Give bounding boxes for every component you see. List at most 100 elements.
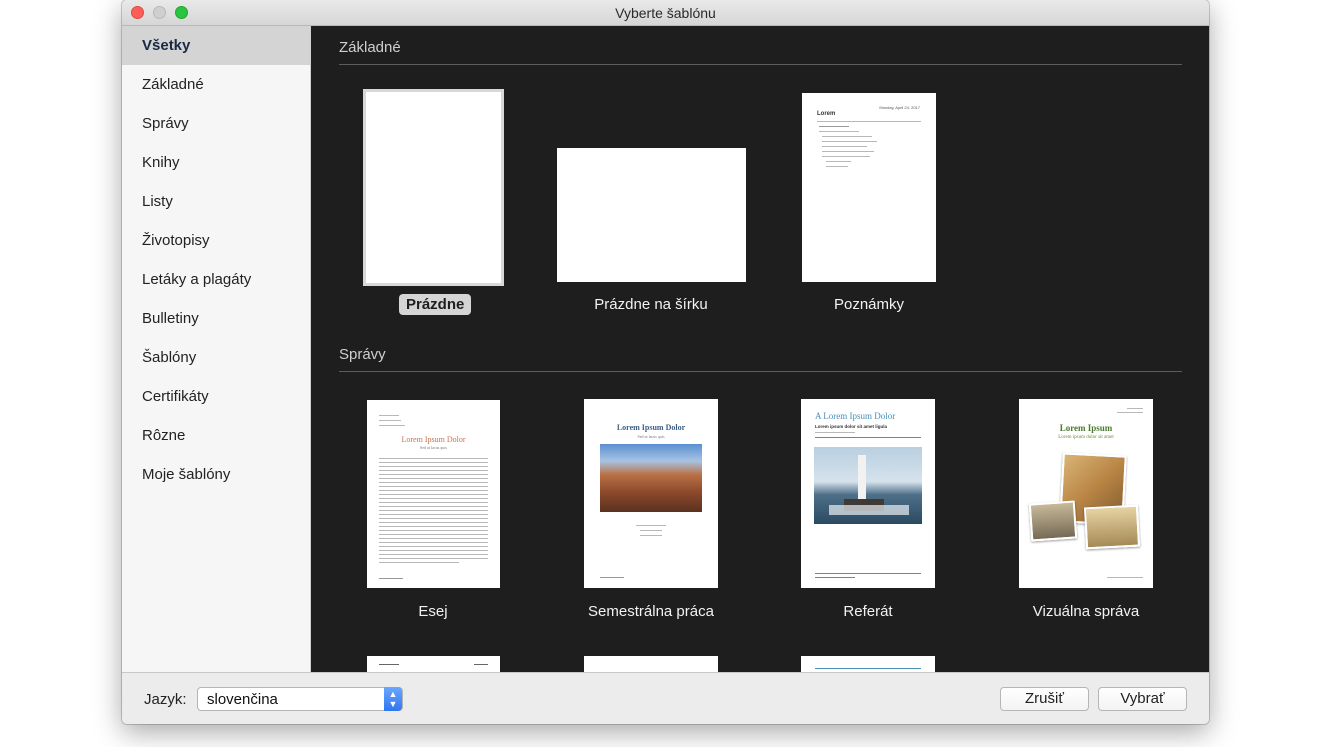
- language-select-value: slovenčina: [207, 691, 278, 708]
- template-label-blank-landscape[interactable]: Prázdne na šírku: [551, 296, 751, 313]
- sidebar-item-newsletters[interactable]: Bulletiny: [122, 299, 310, 338]
- template-label-visual-report[interactable]: Vizuálna správa: [1011, 603, 1161, 620]
- template-label-report[interactable]: Referát: [808, 603, 928, 620]
- title-bar: Vyberte šablónu: [122, 0, 1209, 26]
- text-line: [822, 136, 872, 137]
- meerkat-photo: [1083, 504, 1141, 550]
- sidebar-item-certificates[interactable]: Certifikáty: [122, 377, 310, 416]
- text-line: [379, 462, 488, 463]
- text-line: [379, 578, 403, 579]
- text-line: [379, 550, 488, 551]
- template-label-blank[interactable]: Prázdne: [399, 294, 472, 315]
- template-thumb-visual-report[interactable]: Lorem Ipsum Lorem ipsum dolor sit amet: [1019, 399, 1153, 588]
- text-line: [379, 420, 401, 421]
- text-line: [1107, 577, 1143, 578]
- text-line: [379, 425, 405, 426]
- sidebar-item-letters[interactable]: Listy: [122, 182, 310, 221]
- text-line: [379, 490, 488, 491]
- template-thumb-blank[interactable]: [363, 89, 504, 286]
- text-line: [640, 530, 662, 531]
- text-line: [826, 166, 848, 167]
- template-thumb-blank-landscape[interactable]: [557, 148, 746, 282]
- text-line: [379, 664, 399, 665]
- template-chooser-window: Vyberte šablónu Všetky Základné Správy K…: [122, 0, 1209, 724]
- section-title-reports: Správy: [339, 346, 386, 363]
- text-line: [822, 141, 877, 142]
- text-line: [379, 486, 488, 487]
- template-thumb-term-paper[interactable]: Lorem Ipsum Dolor Sed ut lacus quis: [584, 399, 718, 588]
- text-line: [822, 151, 874, 152]
- lighthouse-tower: [858, 455, 866, 501]
- template-gallery: Základné Prázdne Prázdne na šírku Monday…: [311, 26, 1209, 672]
- template-label-essay[interactable]: Esej: [393, 603, 473, 620]
- notes-rule: [817, 121, 921, 122]
- text-line: [379, 522, 488, 523]
- language-select[interactable]: slovenčina ▲ ▼: [197, 687, 403, 711]
- sidebar-item-basic[interactable]: Základné: [122, 65, 310, 104]
- notes-date: Monday, April 24, 2017: [879, 105, 920, 110]
- text-line: [379, 526, 488, 527]
- text-line: [379, 546, 488, 547]
- text-line: [379, 474, 488, 475]
- template-thumb-notes[interactable]: Monday, April 24, 2017 Lorem: [802, 93, 936, 282]
- sidebar-item-reports[interactable]: Správy: [122, 104, 310, 143]
- text-line: [379, 554, 488, 555]
- cancel-button[interactable]: Zrušiť: [1000, 687, 1089, 711]
- text-line: [379, 478, 488, 479]
- text-line: [822, 146, 867, 147]
- text-line: [379, 518, 488, 519]
- select-arrows-icon: ▲ ▼: [384, 687, 402, 711]
- text-line: [379, 506, 488, 507]
- text-line: [379, 514, 488, 515]
- text-line: [379, 562, 459, 563]
- text-line: [379, 538, 488, 539]
- sidebar-item-resumes[interactable]: Životopisy: [122, 221, 310, 260]
- text-line: [379, 466, 488, 467]
- essay-heading: Lorem Ipsum Dolor: [401, 435, 466, 444]
- category-sidebar: Všetky Základné Správy Knihy Listy Život…: [122, 26, 311, 672]
- text-line: [636, 525, 666, 526]
- sidebar-item-books[interactable]: Knihy: [122, 143, 310, 182]
- text-line: [379, 482, 488, 483]
- text-line: [379, 534, 488, 535]
- lighthouse-photo: [814, 447, 922, 524]
- template-thumb-partial[interactable]: [801, 656, 935, 672]
- text-line: [600, 577, 624, 578]
- template-thumb-partial[interactable]: [367, 656, 500, 672]
- text-line: [819, 126, 849, 127]
- term-paper-heading: Lorem Ipsum Dolor: [616, 423, 686, 432]
- sidebar-item-flyers-posters[interactable]: Letáky a plagáty: [122, 260, 310, 299]
- text-line: [815, 577, 855, 578]
- text-line: [640, 535, 662, 536]
- elephant-photo: [1028, 500, 1078, 542]
- text-line: [1117, 412, 1143, 413]
- accent-rule: [815, 668, 921, 669]
- report-subheading: Lorem ipsum dolor sit amet ligula: [815, 424, 888, 429]
- text-line: [379, 558, 488, 559]
- section-divider: [339, 371, 1182, 372]
- accent-rule: [815, 573, 921, 574]
- text-line: [379, 498, 488, 499]
- text-line: [379, 494, 488, 495]
- text-line: [815, 432, 855, 433]
- sidebar-item-miscellaneous[interactable]: Rôzne: [122, 416, 310, 455]
- template-thumb-essay[interactable]: Lorem Ipsum Dolor Sed ut lacus quis: [367, 400, 500, 588]
- visual-report-subheading: Lorem ipsum dolor sit amet: [1058, 435, 1114, 440]
- window-title: Vyberte šablónu: [615, 5, 716, 21]
- term-paper-subheading: Sed ut lacus quis: [637, 434, 665, 439]
- text-line: [822, 156, 870, 157]
- notes-heading: Lorem: [817, 111, 836, 117]
- text-line: [379, 542, 488, 543]
- template-thumb-report[interactable]: A Lorem Ipsum Dolor Lorem ipsum dolor si…: [801, 399, 935, 588]
- section-divider: [339, 64, 1182, 65]
- text-line: [379, 415, 399, 416]
- choose-button[interactable]: Vybrať: [1098, 687, 1187, 711]
- essay-subheading: Sed ut lacus quis: [420, 445, 447, 450]
- sidebar-item-all[interactable]: Všetky: [122, 26, 310, 65]
- sidebar-item-stationery[interactable]: Šablóny: [122, 338, 310, 377]
- template-thumb-partial[interactable]: [584, 656, 718, 672]
- template-label-term-paper[interactable]: Semestrálna práca: [566, 603, 736, 620]
- sidebar-item-my-templates[interactable]: Moje šablóny: [122, 455, 310, 494]
- text-line: [379, 530, 488, 531]
- template-label-notes[interactable]: Poznámky: [789, 296, 949, 313]
